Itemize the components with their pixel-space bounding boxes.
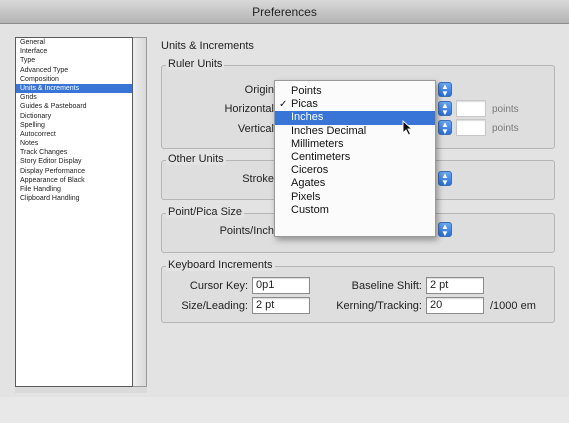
down-arrow-icon: ▼ bbox=[441, 229, 449, 238]
dropdown-item[interactable]: ✓ Picas bbox=[275, 98, 435, 111]
sidebar-item[interactable]: Guides & Pasteboard bbox=[16, 102, 132, 111]
vertical-select-arrows[interactable]: ▲ ▼ bbox=[438, 120, 452, 136]
dropdown-item-label: Inches Decimal bbox=[291, 124, 367, 137]
points-inch-label: Points/Inch bbox=[219, 225, 274, 237]
sidebar-item[interactable]: Advanced Type bbox=[16, 66, 132, 75]
sidebar-scrollbar[interactable] bbox=[133, 37, 147, 387]
keyboard-increments-label: Keyboard Increments bbox=[166, 259, 275, 271]
ruler-units-label: Ruler Units bbox=[166, 58, 225, 70]
sidebar-item[interactable]: File Handling bbox=[16, 185, 132, 194]
dropdown-item-label: Centimeters bbox=[291, 150, 351, 163]
dropdown-item-label: Points bbox=[291, 85, 322, 97]
sidebar-item[interactable]: Units & Increments bbox=[16, 83, 132, 94]
points-inch-select-arrows[interactable]: ▲ ▼ bbox=[438, 222, 452, 238]
dialog-footer bbox=[0, 397, 569, 423]
checkmark-icon: ✓ bbox=[279, 99, 288, 111]
sidebar-item[interactable]: Notes bbox=[16, 139, 132, 148]
sidebar-item[interactable]: Type bbox=[16, 56, 132, 65]
sidebar-item[interactable]: Clipboard Handling bbox=[16, 194, 132, 203]
baseline-shift-label: Baseline Shift: bbox=[351, 280, 422, 292]
sidebar-horizontal-scrollbar[interactable] bbox=[15, 387, 147, 393]
horizontal-points-suffix: points bbox=[492, 104, 519, 115]
vertical-points-suffix: points bbox=[492, 123, 519, 134]
size-leading-label: Size/Leading: bbox=[181, 300, 248, 312]
sidebar-item[interactable]: Composition bbox=[16, 75, 132, 84]
dropdown-item[interactable]: Agates bbox=[275, 177, 435, 190]
dropdown-item[interactable]: Custom bbox=[275, 204, 435, 217]
dropdown-item[interactable]: Points bbox=[275, 85, 435, 98]
page-title: Units & Increments bbox=[161, 40, 254, 52]
dropdown-item-label: Picas bbox=[291, 98, 318, 111]
preferences-category-list[interactable]: General Interface Type Advanced Type Composi… bbox=[15, 37, 133, 387]
dropdown-item-label: Ciceros bbox=[291, 164, 329, 177]
sidebar-item[interactable]: Autocorrect bbox=[16, 130, 132, 139]
sidebar-item[interactable]: General bbox=[16, 38, 132, 47]
down-arrow-icon: ▼ bbox=[441, 89, 449, 98]
point-pica-size-label: Point/Pica Size bbox=[166, 206, 244, 218]
horizontal-label: Horizontal bbox=[224, 103, 274, 115]
mouse-pointer-icon bbox=[402, 120, 414, 136]
sidebar-item[interactable]: Track Changes bbox=[16, 148, 132, 157]
down-arrow-icon: ▼ bbox=[441, 108, 449, 117]
dropdown-item-label: Pixels bbox=[291, 190, 321, 203]
down-arrow-icon: ▼ bbox=[441, 127, 449, 136]
ruler-units-dropdown-menu[interactable]: Points ✓ Picas Inches Inches Decimal Millimet… bbox=[274, 80, 436, 237]
down-arrow-icon: ▼ bbox=[441, 178, 449, 187]
vertical-label: Vertical bbox=[237, 123, 274, 135]
baseline-shift-field[interactable]: 2 pt bbox=[426, 277, 484, 294]
cursor-key-field[interactable]: 0p1 bbox=[252, 277, 310, 294]
sidebar-item[interactable]: Story Editor Display bbox=[16, 157, 132, 166]
dropdown-item[interactable]: Pixels bbox=[275, 191, 435, 204]
dropdown-item-label: Millimeters bbox=[291, 137, 344, 150]
sidebar-item[interactable]: Appearance of Black bbox=[16, 176, 132, 185]
cursor-key-label: Cursor Key: bbox=[189, 280, 248, 292]
sidebar-item[interactable]: Spelling bbox=[16, 121, 132, 130]
dropdown-item-label: Agates bbox=[291, 177, 326, 190]
window-title: Preferences bbox=[0, 0, 569, 24]
stroke-select-arrows[interactable]: ▲ ▼ bbox=[438, 171, 452, 187]
dropdown-item-label: Inches bbox=[291, 111, 324, 124]
sidebar-item[interactable]: Dictionary bbox=[16, 112, 132, 121]
horizontal-select-arrows[interactable]: ▲ ▼ bbox=[438, 101, 452, 117]
stroke-label: Stroke bbox=[242, 173, 274, 185]
kerning-em-suffix: /1000 em bbox=[490, 300, 536, 312]
vertical-custom-points-field[interactable] bbox=[456, 119, 486, 136]
origin-label: Origin bbox=[244, 84, 274, 96]
other-units-label: Other Units bbox=[166, 153, 226, 165]
dropdown-item[interactable]: Ciceros bbox=[275, 164, 435, 177]
dropdown-item[interactable]: Millimeters bbox=[275, 138, 435, 151]
kerning-tracking-field[interactable]: 20 bbox=[426, 297, 484, 314]
dropdown-item[interactable]: Centimeters bbox=[275, 151, 435, 164]
preferences-window: Preferences General Interface Type Advanced… bbox=[0, 0, 569, 423]
origin-select-arrows[interactable]: ▲ ▼ bbox=[438, 82, 452, 98]
sidebar-item[interactable]: Display Performance bbox=[16, 167, 132, 176]
kerning-tracking-label: Kerning/Tracking: bbox=[336, 300, 422, 312]
horizontal-custom-points-field[interactable] bbox=[456, 100, 486, 117]
sidebar-item[interactable]: Interface bbox=[16, 47, 132, 56]
sidebar-item[interactable]: Grids bbox=[16, 93, 132, 102]
size-leading-field[interactable]: 2 pt bbox=[252, 297, 310, 314]
keyboard-increments-group bbox=[161, 266, 555, 323]
dropdown-item-label: Custom bbox=[291, 203, 329, 216]
